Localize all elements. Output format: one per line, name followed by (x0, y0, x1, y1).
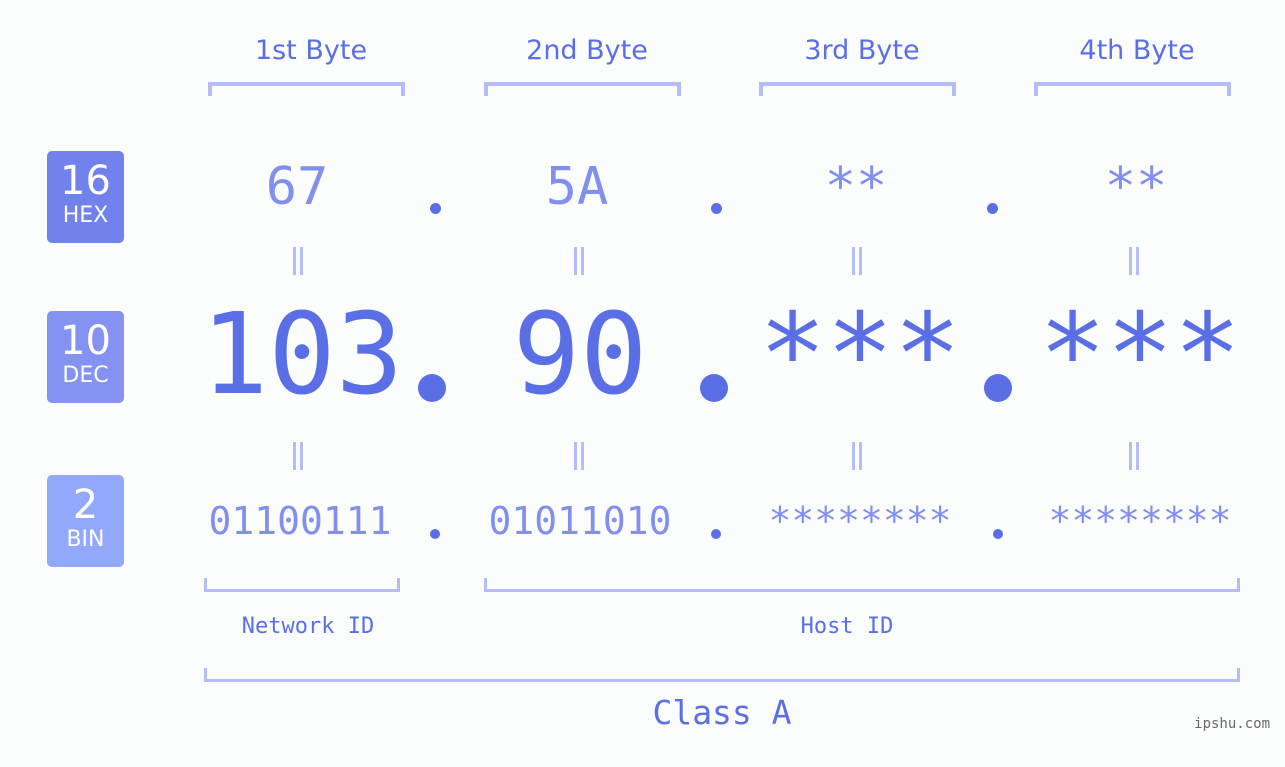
hex-byte-1: 67 (265, 157, 329, 217)
bin-label: BIN (66, 527, 105, 552)
class-label: Class A (652, 693, 792, 732)
hex-separator-2 (711, 203, 722, 214)
bin-badge: 2 BIN (47, 475, 124, 567)
host-id-bracket (484, 578, 1240, 592)
dec-separator-1 (418, 374, 446, 402)
equals-icon (293, 247, 303, 275)
equals-icon (574, 442, 584, 470)
hex-base: 16 (60, 158, 111, 204)
bin-separator-3 (993, 529, 1003, 539)
hex-badge: 16 HEX (47, 151, 124, 243)
dec-byte-3: *** (758, 290, 962, 420)
equals-icon (574, 247, 584, 275)
dec-badge: 10 DEC (47, 311, 124, 403)
dec-separator-2 (700, 374, 728, 402)
byte-bracket-3 (759, 82, 956, 96)
equals-icon (293, 442, 303, 470)
byte-bracket-2 (484, 82, 681, 96)
bin-base: 2 (72, 482, 99, 528)
bin-byte-4: ******** (1048, 499, 1232, 543)
hex-separator-3 (987, 203, 998, 214)
equals-icon (1129, 247, 1139, 275)
bin-byte-2: 01011010 (488, 499, 672, 543)
column-header-3: 3rd Byte (804, 35, 920, 66)
class-bracket (204, 668, 1240, 682)
column-header-2: 2nd Byte (526, 35, 648, 66)
hex-byte-2: 5A (545, 157, 609, 217)
dec-byte-2: 90 (512, 290, 648, 420)
bin-separator-2 (711, 529, 721, 539)
hex-byte-3: ** (824, 157, 888, 217)
column-header-1: 1st Byte (254, 35, 368, 66)
column-header-4: 4th Byte (1079, 35, 1195, 66)
network-id-label: Network ID (241, 614, 375, 639)
hex-separator-1 (430, 203, 441, 214)
dec-base: 10 (60, 318, 111, 364)
watermark: ipshu.com (1194, 716, 1270, 732)
byte-bracket-1 (208, 82, 405, 96)
bin-separator-1 (430, 529, 440, 539)
byte-bracket-4 (1034, 82, 1231, 96)
bin-byte-3: ******** (768, 499, 952, 543)
network-id-bracket (204, 578, 400, 592)
host-id-label: Host ID (800, 614, 894, 639)
hex-label: HEX (62, 203, 109, 228)
dec-separator-3 (984, 374, 1012, 402)
dec-byte-4: *** (1038, 290, 1242, 420)
equals-icon (852, 442, 862, 470)
dec-label: DEC (62, 363, 109, 388)
equals-icon (852, 247, 862, 275)
bin-byte-1: 01100111 (208, 499, 392, 543)
hex-byte-4: ** (1104, 157, 1168, 217)
dec-byte-1: 103 (200, 290, 404, 420)
equals-icon (1129, 442, 1139, 470)
